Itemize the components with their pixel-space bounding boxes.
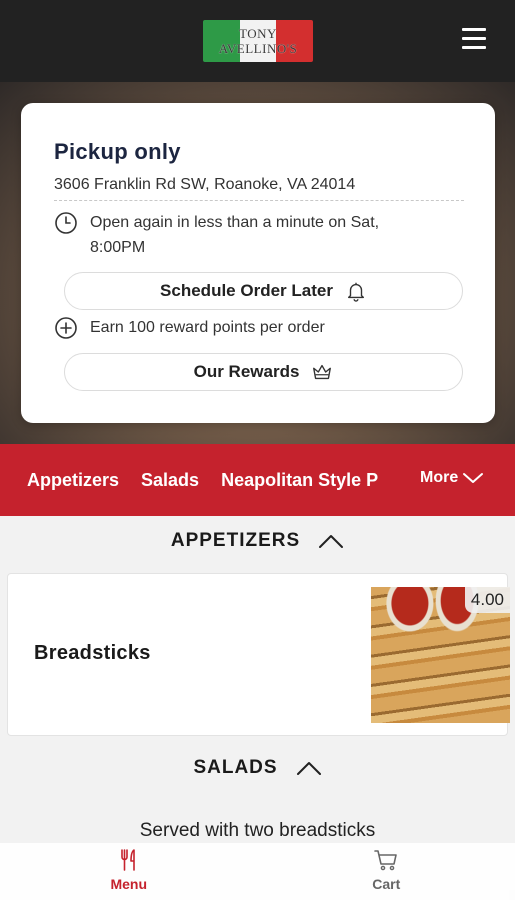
- hamburger-icon[interactable]: [458, 28, 490, 54]
- logo-line-2: AVELLINO'S: [218, 41, 298, 56]
- section-title-appetizers: APPETIZERS: [170, 530, 301, 551]
- category-nav-bar: Appetizers Salads Neapolitan Style P Mor…: [0, 444, 515, 516]
- crown-icon: [313, 364, 332, 380]
- category-tab-salads[interactable]: Salads: [141, 470, 199, 491]
- menu-item-image: 4.00: [371, 587, 510, 723]
- more-categories-button[interactable]: More: [420, 469, 484, 487]
- chevron-up-icon: [319, 535, 344, 548]
- nav-menu-button[interactable]: Menu: [0, 843, 258, 900]
- logo-line-1: TONY: [239, 26, 277, 41]
- rewards-button-label: Our Rewards: [193, 362, 300, 381]
- nav-cart-button[interactable]: Cart: [258, 843, 515, 900]
- open-status-row: Open again in less than a minute on Sat,…: [54, 210, 435, 260]
- category-tab-appetizers[interactable]: Appetizers: [27, 470, 119, 491]
- bell-icon: [347, 282, 364, 302]
- menu-item-name: Breadsticks: [34, 642, 151, 664]
- menu-item-breadsticks[interactable]: Breadsticks 4.00: [7, 573, 510, 736]
- rewards-info-text: Earn 100 reward points per order: [90, 319, 325, 336]
- section-note-salads: Served with two breadsticks: [139, 820, 376, 841]
- section-header-salads[interactable]: SALADS: [0, 754, 515, 782]
- store-address: 3606 Franklin Rd SW, Roanoke, VA 24014: [54, 176, 464, 201]
- fork-knife-icon: [120, 849, 135, 871]
- rewards-info-row: Earn 100 reward points per order: [54, 316, 325, 340]
- our-rewards-button[interactable]: Our Rewards: [64, 353, 463, 391]
- menu-item-price: 4.00: [464, 587, 510, 613]
- top-bar: TONY AVELLINO'S: [0, 0, 515, 82]
- restaurant-logo[interactable]: TONY AVELLINO'S: [203, 20, 313, 62]
- open-status-text: Open again in less than a minute on Sat,…: [90, 214, 380, 256]
- more-label: More: [420, 469, 459, 486]
- chevron-up-icon: [296, 762, 321, 775]
- nav-cart-label: Cart: [372, 876, 401, 892]
- schedule-button-label: Schedule Order Later: [160, 281, 333, 300]
- chevron-down-icon: [463, 473, 484, 483]
- section-header-appetizers[interactable]: APPETIZERS: [0, 527, 515, 555]
- cart-icon: [374, 850, 398, 871]
- schedule-order-later-button[interactable]: Schedule Order Later: [64, 272, 463, 310]
- bottom-nav: Menu Cart: [0, 843, 515, 900]
- card-title: Pickup only: [54, 139, 181, 164]
- plus-circle-icon: [55, 317, 77, 339]
- clock-icon: [55, 212, 77, 234]
- nav-menu-label: Menu: [110, 876, 148, 892]
- pickup-info-card: Pickup only 3606 Franklin Rd SW, Roanoke…: [21, 103, 495, 423]
- section-title-salads: SALADS: [193, 757, 278, 778]
- category-tab-neapolitan[interactable]: Neapolitan Style P: [221, 470, 378, 491]
